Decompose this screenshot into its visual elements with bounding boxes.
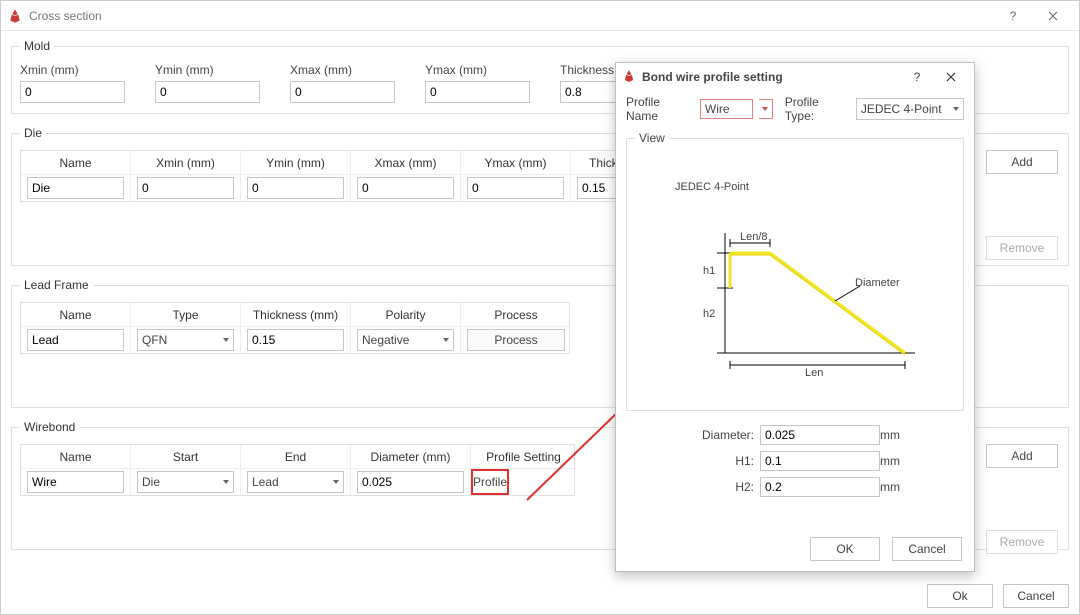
dialog-cancel-button[interactable]: Cancel [892, 537, 962, 561]
h1-unit: mm [880, 454, 910, 468]
lf-polarity-combo[interactable]: Negative [357, 329, 454, 351]
mold-xmax-input[interactable] [290, 81, 395, 103]
diagram-title: JEDEC 4-Point [675, 181, 749, 193]
wb-profile-label: Profile [473, 475, 507, 489]
app-icon [7, 8, 23, 24]
lf-h-type: Type [131, 303, 241, 327]
lf-type-value: QFN [142, 333, 167, 347]
dialog-title: Bond wire profile setting [642, 70, 783, 84]
profile-name-combo[interactable]: Wire [700, 99, 753, 119]
profile-type-value: JEDEC 4-Point [861, 102, 942, 116]
wb-profile-button[interactable]: Profile [471, 469, 509, 495]
mold-xmin-input[interactable] [20, 81, 125, 103]
wirebond-header-row: Name Start End Diameter (mm) Profile Set… [21, 445, 574, 469]
die-h-ymax: Ymax (mm) [461, 151, 571, 175]
die-name-input[interactable] [27, 177, 124, 199]
wb-h-diameter: Diameter (mm) [351, 445, 471, 469]
wb-end-value: Lead [252, 475, 279, 489]
wb-h-name: Name [21, 445, 131, 469]
bond-wire-profile-dialog: Bond wire profile setting ? Profile Name… [615, 62, 975, 572]
wb-name-input[interactable] [27, 471, 124, 493]
wb-start-combo[interactable]: Die [137, 471, 234, 493]
lf-h-process: Process [461, 303, 571, 327]
lf-polarity-value: Negative [362, 333, 409, 347]
die-xmax-input[interactable] [357, 177, 454, 199]
lf-type-combo[interactable]: QFN [137, 329, 234, 351]
lf-h-polarity: Polarity [351, 303, 461, 327]
dialog-close-button[interactable] [934, 63, 968, 91]
h2-label: H2: [680, 480, 760, 494]
die-h-xmin: Xmin (mm) [131, 151, 241, 175]
profile-type-label: Profile Type: [785, 95, 850, 123]
die-h-xmax: Xmax (mm) [351, 151, 461, 175]
leadframe-row: QFN Negative Process [21, 327, 569, 353]
mold-xmin-label: Xmin (mm) [20, 63, 125, 77]
wirebond-legend: Wirebond [20, 420, 79, 434]
wirebond-add-button[interactable]: Add [986, 444, 1058, 468]
lf-name-input[interactable] [27, 329, 124, 351]
titlebar: Cross section [1, 1, 1079, 31]
mold-ymin-label: Ymin (mm) [155, 63, 260, 77]
profile-type-combo[interactable]: JEDEC 4-Point [856, 98, 964, 120]
h1-label: H1: [680, 454, 760, 468]
wb-diameter-input[interactable] [357, 471, 464, 493]
diagram-len-label: Len [805, 367, 823, 379]
h2-input[interactable] [760, 477, 880, 497]
diagram-diameter-label: Diameter [855, 277, 900, 289]
profile-name-caret[interactable] [759, 99, 773, 119]
wb-h-end: End [241, 445, 351, 469]
dialog-help-button[interactable]: ? [900, 63, 934, 91]
dialog-params: Diameter: mm H1: mm H2: mm [626, 425, 964, 497]
die-ymin-input[interactable] [247, 177, 344, 199]
ok-button[interactable]: Ok [927, 584, 993, 608]
window-title: Cross section [29, 9, 102, 23]
mold-legend: Mold [20, 39, 54, 53]
lf-h-name: Name [21, 303, 131, 327]
wirebond-row: Die Lead Profile [21, 469, 574, 495]
diameter-label: Diameter: [680, 428, 760, 442]
die-row [21, 175, 659, 201]
footer-buttons: Ok Cancel [927, 584, 1069, 608]
diagram-len8-label: Len/8 [740, 231, 768, 243]
die-h-ymin: Ymin (mm) [241, 151, 351, 175]
diagram-h1-label: h1 [703, 265, 715, 277]
wb-end-combo[interactable]: Lead [247, 471, 344, 493]
die-ymax-input[interactable] [467, 177, 564, 199]
profile-name-value: Wire [705, 102, 730, 116]
dialog-app-icon [622, 69, 636, 86]
wb-h-start: Start [131, 445, 241, 469]
wirebond-remove-button[interactable]: Remove [986, 530, 1058, 554]
die-xmin-input[interactable] [137, 177, 234, 199]
diameter-unit: mm [880, 428, 910, 442]
mold-ymax-label: Ymax (mm) [425, 63, 530, 77]
mold-ymin-input[interactable] [155, 81, 260, 103]
view-legend: View [635, 131, 669, 145]
lf-process-button[interactable]: Process [467, 329, 565, 351]
diameter-input[interactable] [760, 425, 880, 445]
die-legend: Die [20, 126, 46, 140]
help-button[interactable] [993, 1, 1033, 31]
h1-input[interactable] [760, 451, 880, 471]
die-add-button[interactable]: Add [986, 150, 1058, 174]
view-box: View JEDEC 4-Point [626, 131, 964, 411]
dialog-ok-button[interactable]: OK [810, 537, 880, 561]
die-remove-button[interactable]: Remove [986, 236, 1058, 260]
die-header-row: Name Xmin (mm) Ymin (mm) Xmax (mm) Ymax … [21, 151, 659, 175]
lf-thickness-input[interactable] [247, 329, 344, 351]
profile-name-label: Profile Name [626, 95, 694, 123]
wb-start-value: Die [142, 475, 160, 489]
dialog-titlebar: Bond wire profile setting ? [616, 63, 974, 91]
wb-h-profile: Profile Setting [471, 445, 576, 469]
cancel-button[interactable]: Cancel [1003, 584, 1069, 608]
close-button[interactable] [1033, 1, 1073, 31]
mold-ymax-input[interactable] [425, 81, 530, 103]
mold-xmax-label: Xmax (mm) [290, 63, 395, 77]
die-h-name: Name [21, 151, 131, 175]
leadframe-header-row: Name Type Thickness (mm) Polarity Proces… [21, 303, 569, 327]
lf-h-thickness: Thickness (mm) [241, 303, 351, 327]
h2-unit: mm [880, 480, 910, 494]
diagram-h2-label: h2 [703, 308, 715, 320]
lf-process-label: Process [494, 333, 537, 347]
leadframe-legend: Lead Frame [20, 278, 93, 292]
